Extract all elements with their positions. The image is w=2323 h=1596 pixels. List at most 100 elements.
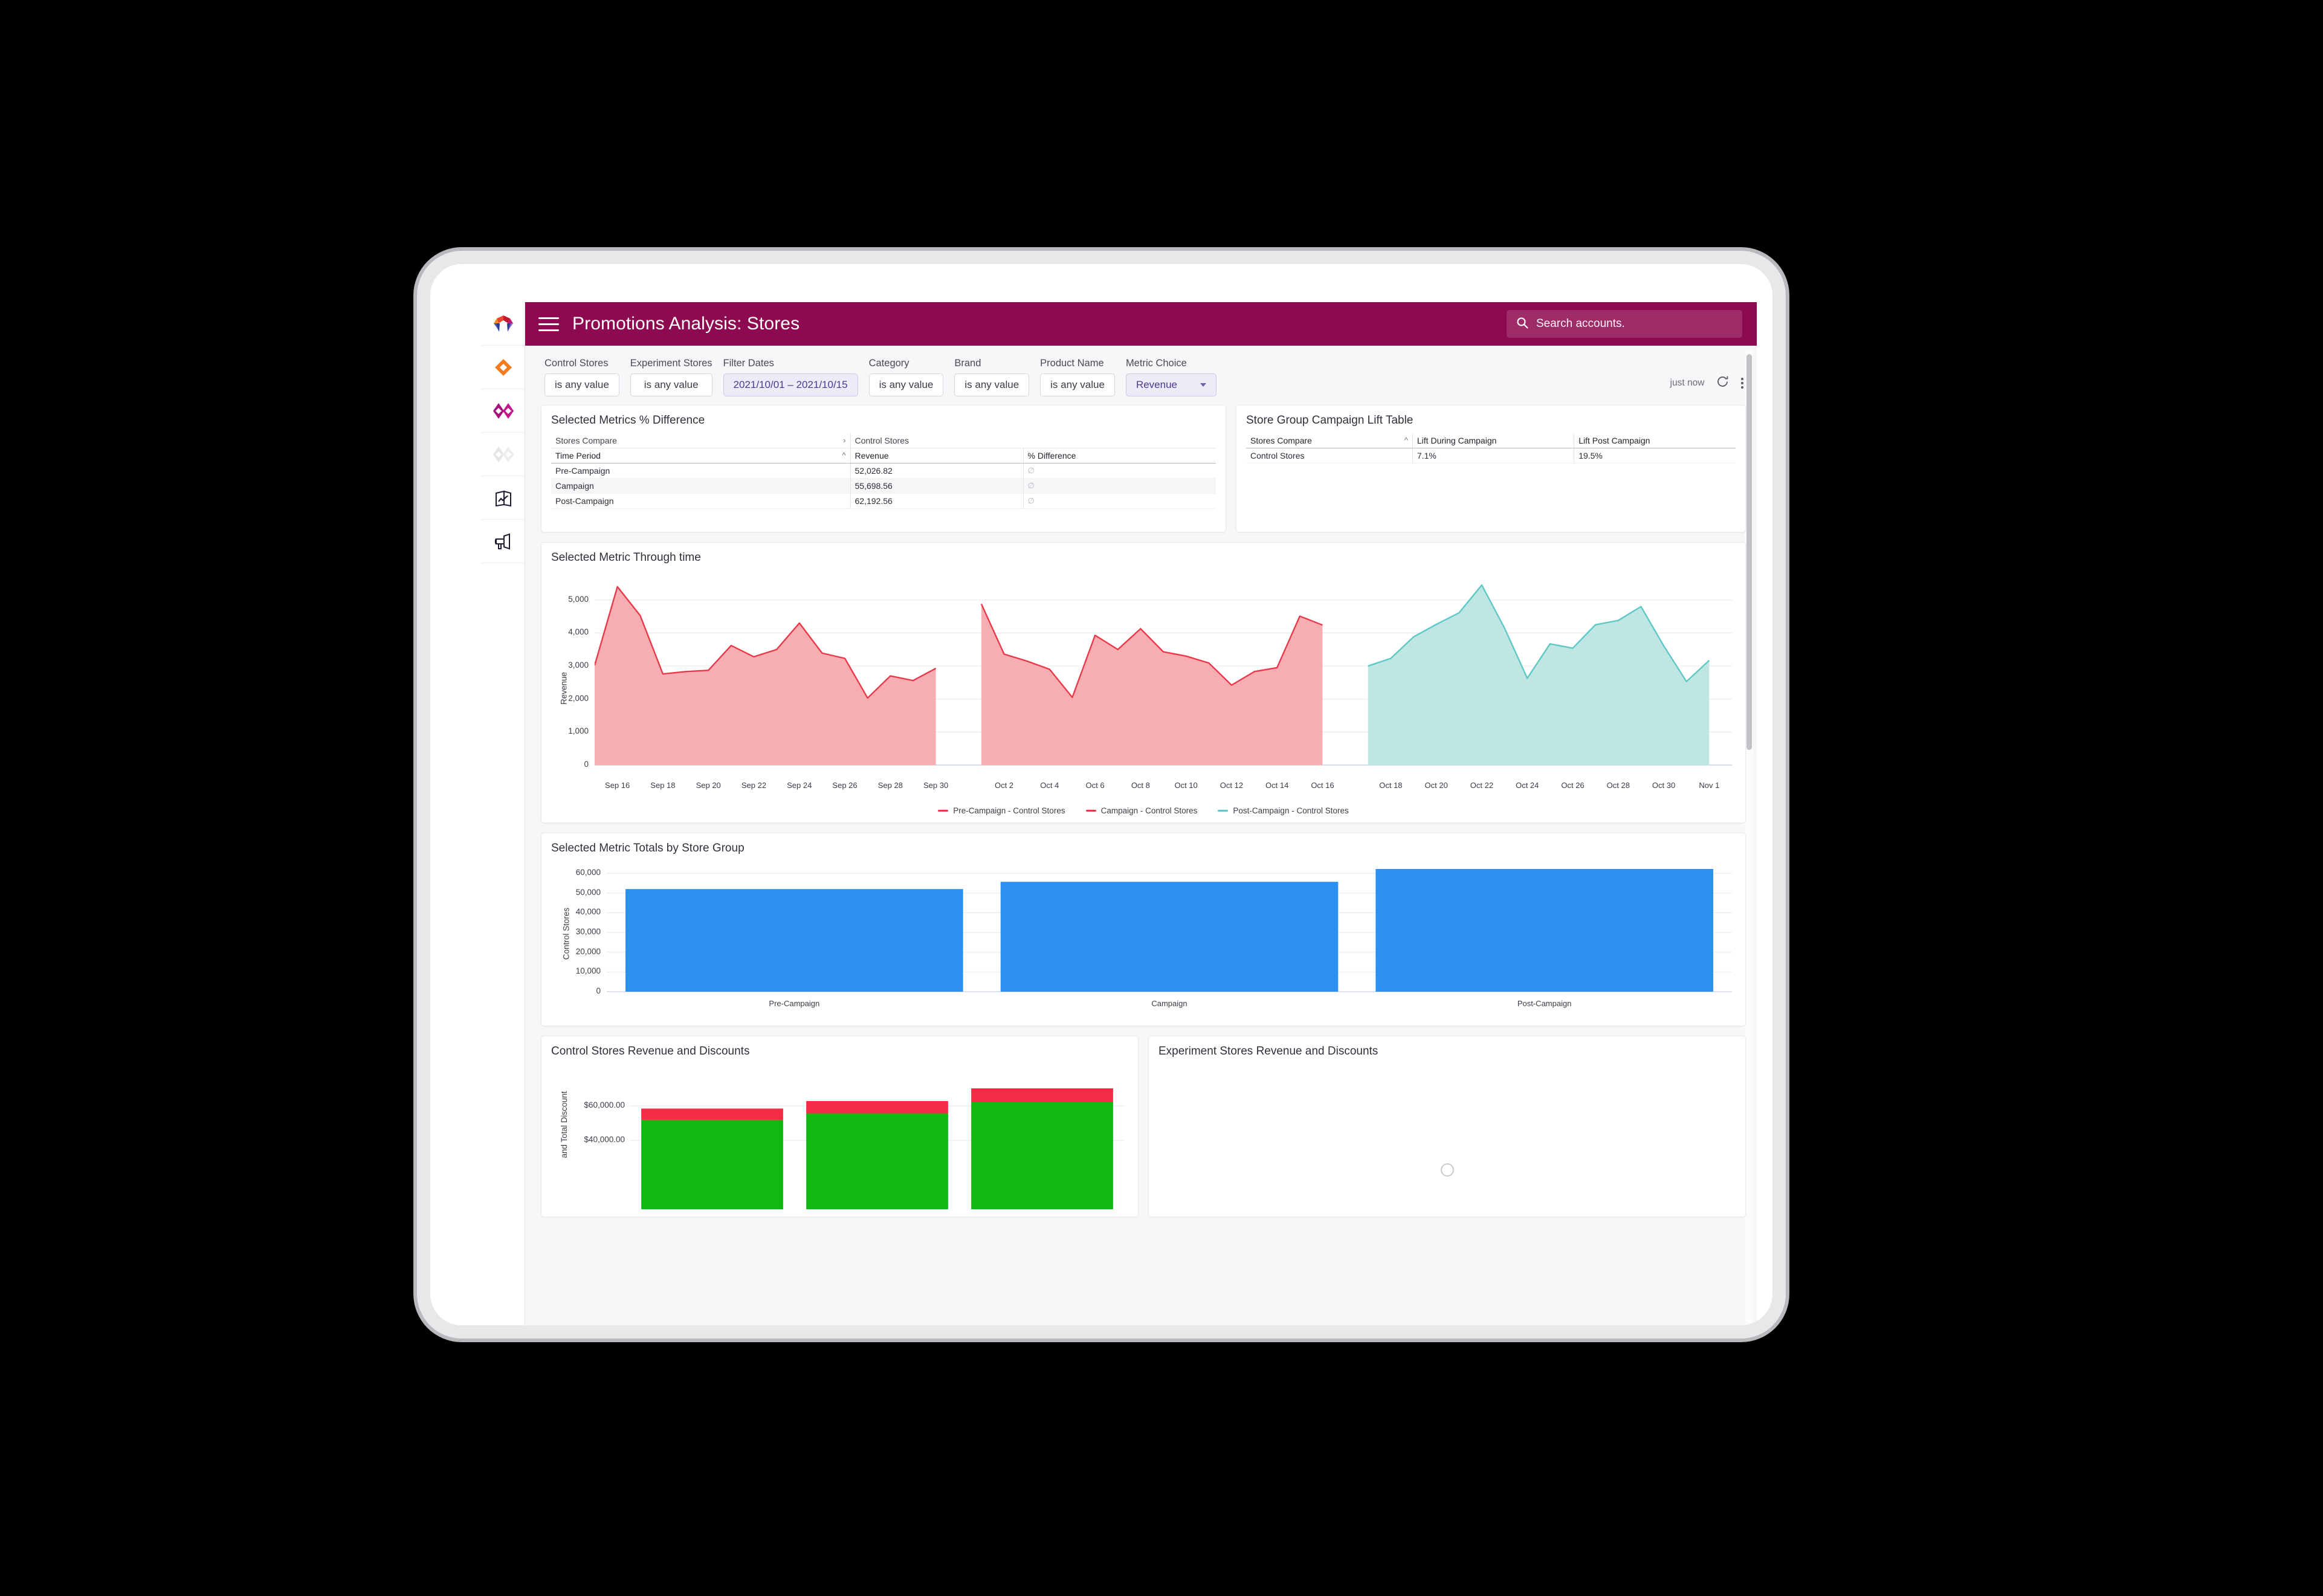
legend-item-pre-campaign[interactable]: Pre-Campaign - Control Stores [938,806,1065,815]
tables-row: Selected Metrics % Difference Stores Com… [541,405,1746,532]
cell-lift-during: 7.1% [1412,448,1574,464]
tile-title: Store Group Campaign Lift Table [1246,414,1414,427]
x-tick-label: Oct 24 [1516,781,1539,790]
x-tick-label: Sep 20 [696,781,721,790]
col-stores-compare[interactable]: Stores Compare ^ [1246,433,1413,448]
sort-asc-icon: ^ [842,451,846,460]
chevron-down-icon [1200,383,1206,387]
timeseries-chart[interactable]: Revenue 0 1,000 2,000 3,000 4,000 5,000 Sep 1… [551,570,1736,801]
col-label: Lift During Campaign [1417,436,1497,445]
vertical-scrollbar[interactable] [1745,349,1753,1325]
x-tick-label: Oct 2 [994,781,1014,790]
group-header-left[interactable]: Stores Compare › [551,433,850,448]
rail-item-explore[interactable] [482,346,525,389]
col-label: % Difference [1027,451,1076,460]
tile-selected-metric-totals: Selected Metric Totals by Store Group Co… [541,833,1746,1026]
rail-item-reports[interactable] [482,476,525,520]
filter-experiment-stores: Experiment Stores is any value [630,358,712,396]
tile-control-stores-revenue-discounts: Control Stores Revenue and Discounts and… [541,1036,1139,1217]
filter-value-experiment-stores[interactable]: is any value [630,373,712,396]
col-lift-post[interactable]: Lift Post Campaign [1574,433,1736,448]
filter-value-filter-dates[interactable]: 2021/10/01 – 2021/10/15 [723,373,858,396]
y-tick-label: 1,000 [568,726,589,736]
y-tick-label: 60,000 [575,868,601,877]
tablet-device-frame: Promotions Analysis: Stores Search accou… [417,251,1786,1339]
x-tick-label: Sep 26 [832,781,858,790]
cell-pct-difference: ∅ [1023,463,1216,479]
filter-value-product-name[interactable]: is any value [1040,373,1115,396]
cell-revenue: 52,026.82 [850,463,1023,479]
expand-chevron-icon[interactable]: › [843,436,845,445]
table-row[interactable]: Campaign 55,698.56 ∅ [551,478,1216,494]
legend-label: Pre-Campaign - Control Stores [953,806,1065,815]
legend-label: Post-Campaign - Control Stores [1233,806,1349,815]
totals-plot [607,869,1732,997]
col-revenue[interactable]: Revenue [850,448,1023,464]
cell-revenue: 55,698.56 [850,478,1023,494]
filter-product-name: Product Name is any value [1040,358,1115,396]
x-tick-label: Sep 24 [787,781,812,790]
y-tick-label: 2,000 [568,693,589,703]
x-tick-label: Sep 18 [650,781,676,790]
filter-value-control-stores[interactable]: is any value [544,373,619,396]
looker-logo-icon [492,315,515,333]
filter-value-metric-choice[interactable]: Revenue [1125,373,1216,396]
filter-category: Category is any value [868,358,944,396]
filter-brand: Brand is any value [954,358,1030,396]
legend-swatch [1085,809,1096,812]
rail-item-disabled[interactable] [482,433,525,476]
col-pct-difference[interactable]: % Difference [1023,448,1216,464]
search-placeholder-text: Search accounts. [1536,317,1625,330]
y-tick-label: 5,000 [568,594,589,604]
control-stores-stacked-chart[interactable]: and Total Discount $40,000.00 $60,000.00 [551,1064,1128,1209]
totals-bar-chart[interactable]: Control Stores 0 10,000 20,000 30,000 40,000… [551,861,1736,1018]
main-column: Promotions Analysis: Stores Search accou… [525,302,1757,1325]
app-header: Promotions Analysis: Stores Search accou… [525,302,1757,346]
timeseries-plot [595,573,1732,778]
rail-item-develop[interactable] [482,389,525,433]
filter-bar: Control Stores is any value Experiment S… [541,346,1746,405]
cell-pct-difference: ∅ [1023,493,1216,509]
sort-asc-icon: ^ [1404,436,1408,445]
x-tick-label: Oct 10 [1174,781,1198,790]
x-tick-label: Oct 22 [1470,781,1494,790]
rail-item-looker-logo[interactable] [482,302,525,346]
filter-value-brand[interactable]: is any value [954,373,1030,396]
tablet-screen: Promotions Analysis: Stores Search accou… [430,264,1772,1325]
hamburger-menu-icon[interactable] [538,317,559,331]
legend-label: Campaign - Control Stores [1100,806,1198,815]
group-header-right: Control Stores [850,433,1216,448]
kebab-menu-icon[interactable] [1741,378,1743,389]
table-row[interactable]: Control Stores 7.1% 19.5% [1246,448,1736,464]
legend-item-campaign[interactable]: Campaign - Control Stores [1085,806,1198,815]
cell-lift-post: 19.5% [1574,448,1736,464]
table-row[interactable]: Pre-Campaign 52,026.82 ∅ [551,463,1216,479]
megaphone-icon [494,532,513,551]
search-input[interactable]: Search accounts. [1507,310,1742,338]
x-tick-label: Oct 12 [1220,781,1244,790]
x-tick-label: Oct 30 [1652,781,1676,790]
cell-pct-difference: ∅ [1023,478,1216,494]
filter-label: Metric Choice [1125,358,1187,369]
rail-item-campaigns[interactable] [482,520,525,563]
loading-spinner-icon [1439,1162,1455,1181]
page-title: Promotions Analysis: Stores [572,314,800,334]
group-header-left-label: Stores Compare [555,436,617,445]
refresh-icon[interactable] [1716,375,1729,391]
col-time-period[interactable]: Time Period ^ [551,448,850,464]
last-updated-text: just now [1670,378,1705,388]
col-lift-during[interactable]: Lift During Campaign [1412,433,1574,448]
left-icon-rail [482,302,525,1325]
filter-label: Filter Dates [723,358,774,369]
x-tick-label: Oct 6 [1085,781,1105,790]
x-tick-label: Post-Campaign [1517,999,1572,1008]
tile-selected-metric-through-time: Selected Metric Through time Revenue 0 1,… [541,542,1746,823]
legend-item-post-campaign[interactable]: Post-Campaign - Control Stores [1218,806,1349,815]
filter-metric-choice: Metric Choice Revenue [1125,358,1216,396]
filter-value-category[interactable]: is any value [868,373,944,396]
table-row[interactable]: Post-Campaign 62,192.56 ∅ [551,493,1216,509]
x-tick-label: Oct 16 [1311,781,1334,790]
tile-title: Selected Metric Through time [551,551,701,564]
y-tick-label: 30,000 [575,927,601,937]
scrollbar-thumb[interactable] [1746,354,1752,750]
